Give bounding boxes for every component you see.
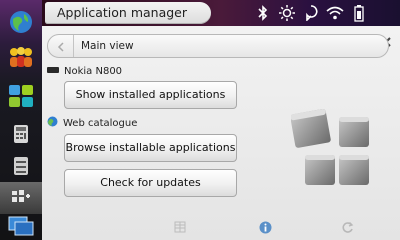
device-icon xyxy=(47,66,59,77)
contacts-icon[interactable] xyxy=(0,41,42,73)
details-icon[interactable] xyxy=(257,219,273,235)
back-button[interactable] xyxy=(48,35,74,57)
chevron-left-icon xyxy=(57,37,65,56)
catalogue-label: Web catalogue xyxy=(63,117,138,129)
web-browser-icon[interactable] xyxy=(0,6,42,38)
brightness-icon[interactable] xyxy=(278,4,296,22)
main-content: Main view Nokia N800 Show installed appl… xyxy=(42,26,400,240)
globe-icon xyxy=(47,116,58,130)
check-updates-button[interactable]: Check for updates xyxy=(64,169,237,197)
window-title: Application manager xyxy=(57,5,187,20)
catalogue-section-header: Web catalogue xyxy=(47,116,137,130)
show-installed-button[interactable]: Show installed applications xyxy=(64,81,237,109)
window-title-pill[interactable]: Application manager xyxy=(45,2,211,24)
battery-icon[interactable] xyxy=(350,4,368,22)
catalogue-list-icon[interactable] xyxy=(172,219,188,235)
app-menu-icon[interactable] xyxy=(0,80,42,112)
task-sidebar xyxy=(0,0,42,240)
status-area xyxy=(254,4,368,22)
refresh-icon[interactable] xyxy=(339,219,355,235)
task-switcher-icon[interactable] xyxy=(0,210,42,240)
device-label: Nokia N800 xyxy=(64,66,123,77)
presence-icon[interactable] xyxy=(302,4,320,22)
navigation-bar: Main view xyxy=(47,34,389,58)
title-bar: Application manager xyxy=(42,0,400,26)
device-section-header: Nokia N800 xyxy=(47,66,122,77)
application-manager-logo xyxy=(290,103,395,205)
browse-installable-button[interactable]: Browse installable applications xyxy=(64,134,237,162)
bluetooth-icon[interactable] xyxy=(254,4,272,22)
calculator-icon[interactable] xyxy=(0,118,42,150)
breadcrumb: Main view xyxy=(81,40,134,52)
wifi-icon[interactable] xyxy=(326,4,344,22)
bottom-toolbar xyxy=(42,215,400,240)
control-panel-icon[interactable] xyxy=(0,150,42,182)
